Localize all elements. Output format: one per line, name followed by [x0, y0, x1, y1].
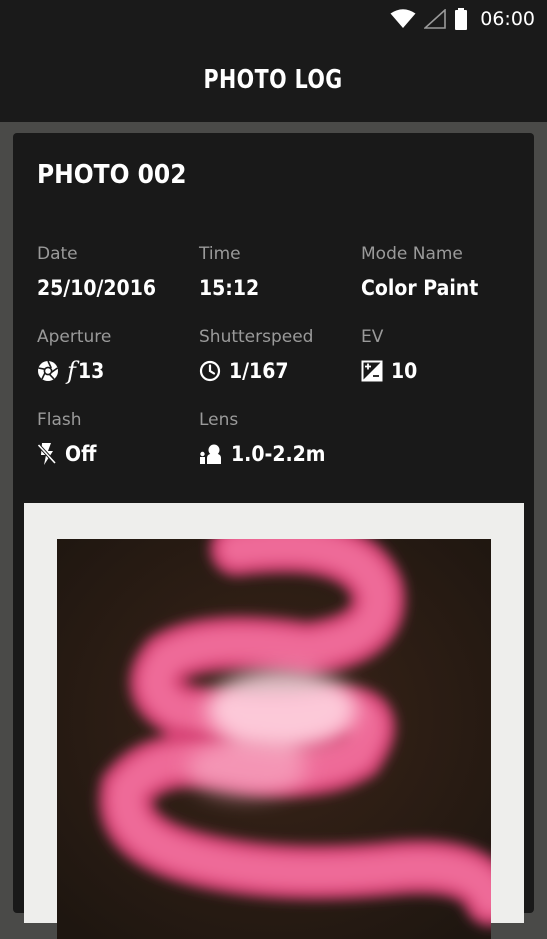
lens-distance-icon: [199, 443, 223, 465]
mode-value: Color Paint: [361, 276, 479, 300]
ev-value: 10: [391, 359, 418, 383]
lens-field: Lens 1.0-2.2m: [199, 409, 359, 467]
photo-detail-card: PHOTO 002 Date 25/10/2016 Time 15:12 Mod…: [13, 133, 534, 939]
date-field: Date 25/10/2016: [37, 243, 197, 301]
aperture-field: Aperture f 13: [37, 326, 197, 385]
photo-title: PHOTO 002: [37, 160, 187, 190]
exposure-icon: [361, 360, 383, 382]
mode-field: Mode Name Color Paint: [361, 243, 521, 301]
mode-label: Mode Name: [361, 244, 463, 264]
flash-off-icon: [37, 442, 57, 466]
flash-label: Flash: [37, 410, 82, 430]
shutter-value: 1/167: [229, 359, 289, 383]
clock-icon: [199, 360, 221, 382]
status-bar: 06:00: [0, 0, 547, 38]
time-label: Time: [199, 244, 241, 264]
lens-label: Lens: [199, 410, 239, 430]
status-icons: 06:00: [390, 0, 535, 38]
time-field: Time 15:12: [199, 243, 359, 301]
photo-image[interactable]: [57, 539, 491, 939]
app-bar: PHOTO LOG: [0, 38, 547, 122]
flash-value: Off: [65, 442, 97, 466]
aperture-symbol: f: [67, 357, 76, 385]
ev-field: EV 10: [361, 326, 521, 384]
lens-value: 1.0-2.2m: [231, 442, 326, 466]
page-title: PHOTO LOG: [203, 65, 344, 95]
date-label: Date: [37, 244, 78, 264]
battery-icon: [454, 8, 468, 30]
signal-icon: [424, 9, 447, 29]
aperture-label: Aperture: [37, 327, 112, 347]
time-value: 15:12: [199, 276, 260, 300]
aperture-value: 13: [77, 359, 105, 383]
ev-label: EV: [361, 327, 384, 347]
shutter-field: Shutterspeed 1/167: [199, 326, 359, 384]
shutter-label: Shutterspeed: [199, 327, 314, 347]
status-time: 06:00: [480, 8, 535, 30]
wifi-icon: [390, 9, 416, 29]
aperture-icon: [37, 360, 59, 382]
light-painting-picture: [57, 539, 491, 939]
flash-field: Flash Off: [37, 409, 197, 467]
photo-frame: [24, 503, 524, 939]
date-value: 25/10/2016: [37, 276, 157, 300]
